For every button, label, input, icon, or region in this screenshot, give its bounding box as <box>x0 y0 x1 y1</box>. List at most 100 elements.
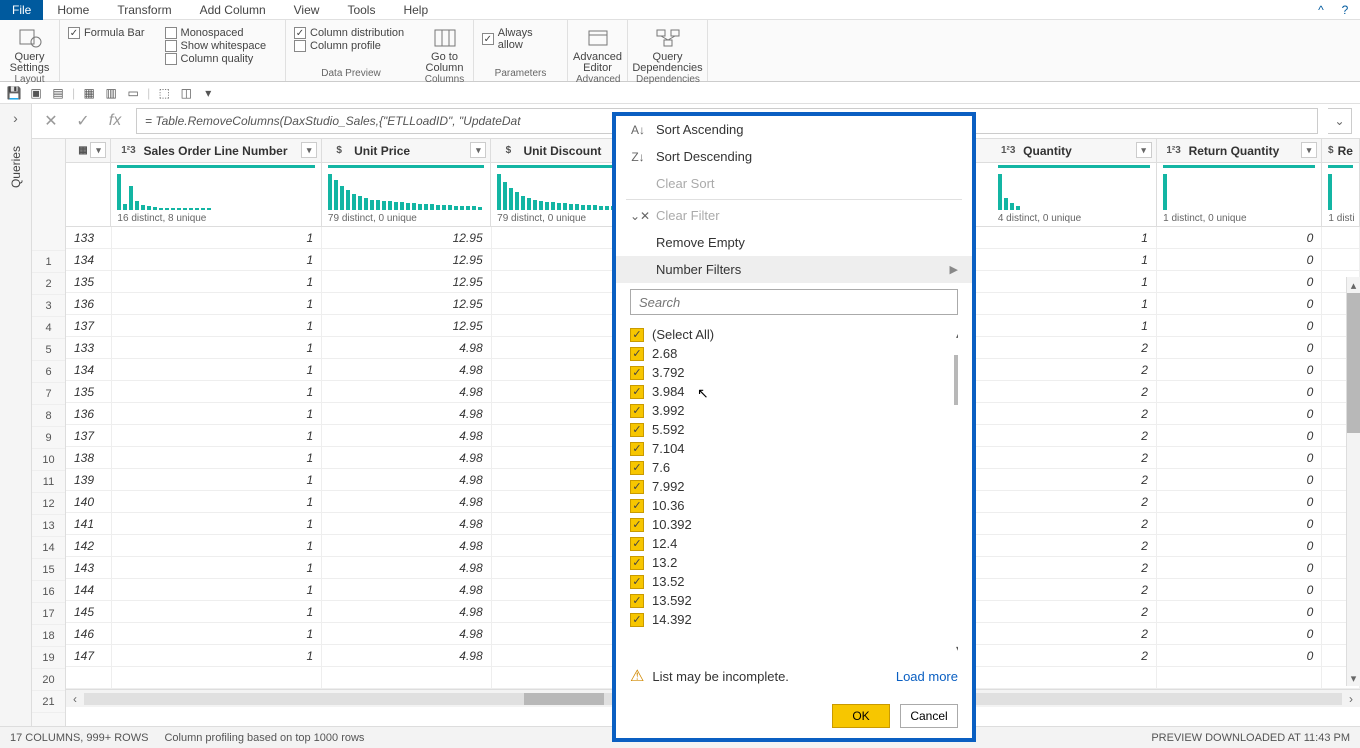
menu-help[interactable]: Help <box>389 1 442 19</box>
ribbon-collapse-icon[interactable]: ^ <box>1312 1 1330 19</box>
fx-icon[interactable]: fx <box>104 110 126 132</box>
dropdown-icon[interactable]: ▾ <box>90 142 106 158</box>
filter-value[interactable]: ✓2.68 <box>630 344 958 363</box>
sort-descending[interactable]: Z↓ Sort Descending <box>616 143 972 170</box>
chk-show-whitespace[interactable] <box>165 40 177 52</box>
checkbox-icon[interactable]: ✓ <box>630 537 644 551</box>
checkbox-icon[interactable]: ✓ <box>630 613 644 627</box>
row-number[interactable]: 21 <box>32 691 65 713</box>
chk-formula-bar[interactable]: ✓ <box>68 27 80 39</box>
row-number[interactable]: 19 <box>32 647 65 669</box>
row-number[interactable]: 2 <box>32 273 65 295</box>
checkbox-icon[interactable]: ✓ <box>630 404 644 418</box>
cancel-button[interactable]: Cancel <box>900 704 958 728</box>
filter-value[interactable]: ✓5.592 <box>630 420 958 439</box>
qat-icon[interactable]: ▾ <box>200 85 216 101</box>
filter-value[interactable]: ✓13.2 <box>630 553 958 572</box>
qat-icon[interactable]: ◫ <box>178 85 194 101</box>
goto-column-button[interactable]: Go to Column <box>424 22 465 74</box>
dropdown-icon[interactable]: ▾ <box>470 142 486 158</box>
qat-icon[interactable]: ▤ <box>50 85 66 101</box>
ok-button[interactable]: OK <box>832 704 890 728</box>
load-more-link[interactable]: Load more <box>896 669 958 684</box>
status-profiling[interactable]: Column profiling based on top 1000 rows <box>164 732 364 744</box>
row-number[interactable]: 10 <box>32 449 65 471</box>
col-quantity[interactable]: 1²3 Quantity ▾ <box>991 139 1156 162</box>
col-sales-order-line[interactable]: 1²3 Sales Order Line Number ▾ <box>111 139 322 162</box>
row-number[interactable]: 12 <box>32 493 65 515</box>
remove-empty[interactable]: Remove Empty <box>616 229 972 256</box>
row-number[interactable]: 13 <box>32 515 65 537</box>
save-icon[interactable]: 💾 <box>6 85 22 101</box>
checkbox-icon[interactable]: ✓ <box>630 366 644 380</box>
sort-ascending[interactable]: A↓ Sort Ascending <box>616 116 972 143</box>
checkbox-icon[interactable]: ✓ <box>630 594 644 608</box>
row-number[interactable]: 5 <box>32 339 65 361</box>
filter-search[interactable] <box>630 289 958 315</box>
filter-value[interactable]: ✓13.592 <box>630 591 958 610</box>
query-settings-button[interactable]: Query Settings <box>8 22 51 74</box>
filter-value[interactable]: ✓3.992 <box>630 401 958 420</box>
row-number[interactable]: 4 <box>32 317 65 339</box>
row-number[interactable]: 6 <box>32 361 65 383</box>
checkbox-icon[interactable]: ✓ <box>630 385 644 399</box>
row-number[interactable]: 11 <box>32 471 65 493</box>
scroll-left-icon[interactable]: ‹ <box>66 692 84 706</box>
table-corner[interactable]: ▦ ▾ <box>66 139 111 162</box>
qat-icon[interactable]: ⬚ <box>156 85 172 101</box>
checkbox-icon[interactable]: ✓ <box>630 461 644 475</box>
dropdown-icon[interactable]: ▾ <box>301 142 317 158</box>
row-number[interactable]: 17 <box>32 603 65 625</box>
col-partial[interactable]: $ Re <box>1322 139 1360 162</box>
query-deps-button[interactable]: Query Dependencies <box>636 22 699 74</box>
menu-home[interactable]: Home <box>43 1 103 19</box>
filter-value[interactable]: ✓7.992 <box>630 477 958 496</box>
checkbox-icon[interactable]: ✓ <box>630 423 644 437</box>
filter-value[interactable]: ✓7.6 <box>630 458 958 477</box>
filter-value[interactable]: ✓14.392 <box>630 610 958 629</box>
menu-transform[interactable]: Transform <box>103 1 185 19</box>
row-number[interactable]: 7 <box>32 383 65 405</box>
row-number[interactable]: 15 <box>32 559 65 581</box>
menu-file[interactable]: File <box>0 0 43 20</box>
scroll-down-icon[interactable]: ▾ <box>1347 670 1360 686</box>
vertical-scrollbar[interactable]: ▴ ▾ <box>1346 277 1360 686</box>
filter-list-scrollbar[interactable]: ▴ ▾ <box>952 325 958 658</box>
filter-value[interactable]: ✓10.36 <box>630 496 958 515</box>
checkbox-icon[interactable]: ✓ <box>630 518 644 532</box>
checkbox-icon[interactable]: ✓ <box>630 499 644 513</box>
dropdown-icon[interactable]: ▾ <box>1136 142 1152 158</box>
qat-icon[interactable]: ▭ <box>125 85 141 101</box>
checkbox-icon[interactable]: ✓ <box>630 480 644 494</box>
qat-icon[interactable]: ▣ <box>28 85 44 101</box>
scroll-thumb[interactable] <box>524 693 604 705</box>
row-number[interactable]: 1 <box>32 251 65 273</box>
scroll-thumb[interactable] <box>1347 293 1360 433</box>
checkbox-icon[interactable]: ✓ <box>630 328 644 342</box>
chk-column-distribution[interactable]: ✓ <box>294 27 306 39</box>
row-number[interactable]: 20 <box>32 669 65 691</box>
row-number[interactable]: 16 <box>32 581 65 603</box>
filter-value[interactable]: ✓13.52 <box>630 572 958 591</box>
cancel-formula-icon[interactable]: ✕ <box>40 110 62 132</box>
qat-icon[interactable]: ▦ <box>81 85 97 101</box>
search-input[interactable] <box>630 289 958 315</box>
filter-value[interactable]: ✓3.984 <box>630 382 958 401</box>
scroll-right-icon[interactable]: › <box>1342 692 1360 706</box>
dropdown-icon[interactable]: ▾ <box>1301 142 1317 158</box>
accept-formula-icon[interactable]: ✓ <box>72 110 94 132</box>
chk-column-profile[interactable] <box>294 40 306 52</box>
queries-pane-collapsed[interactable]: › Queries <box>0 104 32 726</box>
chk-monospaced[interactable] <box>165 27 177 39</box>
scroll-thumb[interactable] <box>954 355 958 405</box>
scroll-down-icon[interactable]: ▾ <box>952 640 958 658</box>
filter-value[interactable]: ✓7.104 <box>630 439 958 458</box>
qat-icon[interactable]: ▥ <box>103 85 119 101</box>
help-icon[interactable]: ? <box>1336 1 1354 19</box>
checkbox-icon[interactable]: ✓ <box>630 347 644 361</box>
col-return-quantity[interactable]: 1²3 Return Quantity ▾ <box>1157 139 1322 162</box>
menu-add-column[interactable]: Add Column <box>186 1 280 19</box>
row-number[interactable]: 3 <box>32 295 65 317</box>
filter-value[interactable]: ✓10.392 <box>630 515 958 534</box>
row-number[interactable]: 8 <box>32 405 65 427</box>
